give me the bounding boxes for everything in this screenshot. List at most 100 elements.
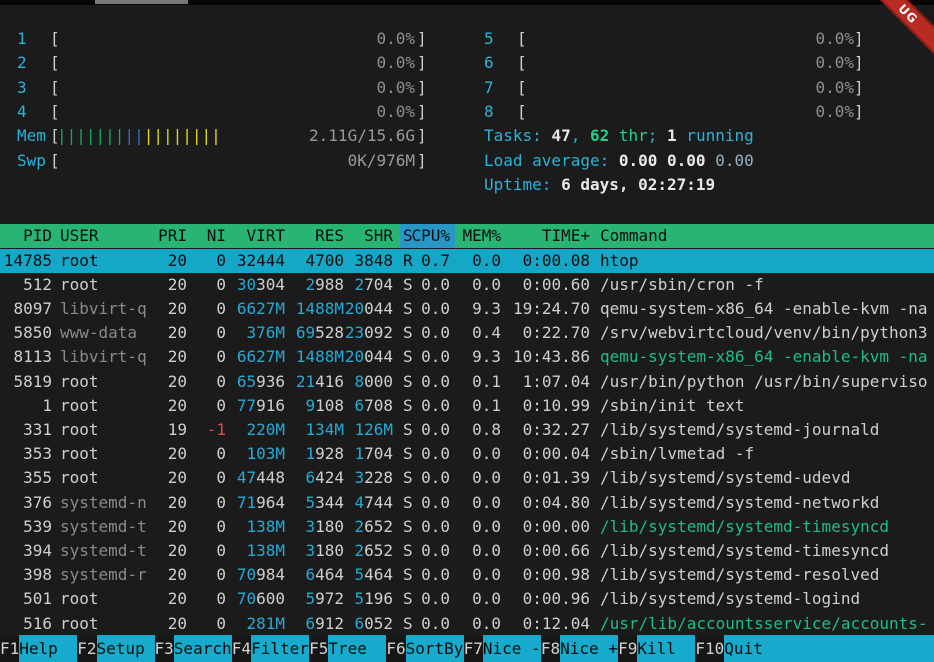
cell-res: 3180 [289, 539, 344, 563]
cell-virt: 70600 [230, 587, 285, 611]
fkey-tree[interactable]: F5 [309, 635, 328, 662]
cell-command: /sbin/init text [600, 394, 934, 418]
fkey-nice-[interactable]: F7 [464, 635, 483, 662]
column-header-time[interactable]: TIME+ [505, 224, 590, 248]
cell-pid: 376 [0, 491, 52, 515]
process-row[interactable]: 398systemd-r2007098464645464S0.00.00:00.… [0, 563, 934, 587]
cell-res: 69528 [289, 321, 344, 345]
cell-virt: 47448 [230, 466, 285, 490]
fkey-nice-[interactable]: F8 [541, 635, 560, 662]
fkey-search[interactable]: F3 [155, 635, 174, 662]
column-header-mem[interactable]: MEM% [456, 224, 501, 248]
column-header-shr[interactable]: SHR [338, 224, 393, 248]
fkey-label-sortby[interactable]: SortBy [406, 635, 464, 662]
cpu-meter-6: 6[0.0%] [0, 51, 934, 75]
process-row[interactable]: 512root2003030429882704S0.00.00:00.60/us… [0, 273, 934, 297]
meter-close-bracket: ] [854, 76, 864, 100]
column-header-pri[interactable]: PRI [145, 224, 187, 248]
process-row[interactable]: 14785root2003244447003848R0.70.00:00.08h… [0, 249, 934, 273]
load-line: Load average: 0.00 0.00 0.00 [0, 149, 934, 173]
column-header-cpu[interactable]: CPU% [405, 224, 450, 248]
cell-shr: 6708 [338, 394, 393, 418]
fkey-sortby[interactable]: F6 [386, 635, 405, 662]
cell-ni: 0 [191, 273, 226, 297]
cell-time: 0:00.60 [505, 273, 590, 297]
meter-open-bracket: [ [517, 27, 527, 51]
process-row[interactable]: 1root2007791691086708S0.00.10:10.99/sbin… [0, 394, 934, 418]
cpu-meter-value: 0.0% [779, 76, 854, 100]
column-header-ni[interactable]: NI [191, 224, 226, 248]
fkey-label-nice-[interactable]: Nice + [560, 635, 618, 662]
cell-virt: 220M [230, 418, 285, 442]
cell-ni: 0 [191, 563, 226, 587]
fkey-filter[interactable]: F4 [232, 635, 251, 662]
fkey-setup[interactable]: F2 [77, 635, 96, 662]
process-row[interactable]: 5850www-data200376M6952823092S0.00.40:22… [0, 321, 934, 345]
cell-command: /lib/systemd/systemd-logind [600, 587, 934, 611]
fkey-label-filter[interactable]: Filter [251, 635, 309, 662]
htop-terminal: 1[0.0%]2[0.0%]3[0.0%]4[0.0%]5[0.0%]6[0.0… [0, 0, 934, 662]
cell-shr: 1704 [338, 442, 393, 466]
cell-mem: 0.0 [456, 466, 501, 490]
fkey-label-help[interactable]: Help [19, 635, 77, 662]
fkey-help[interactable]: F1 [0, 635, 19, 662]
cell-res: 1488M [289, 297, 344, 321]
column-header-res[interactable]: RES [289, 224, 344, 248]
cell-cpu: 0.0 [405, 563, 450, 587]
fkey-label-setup[interactable]: Setup [97, 635, 155, 662]
cell-shr: 6052 [338, 612, 393, 636]
column-header-cmd[interactable]: Command [600, 224, 934, 248]
process-row[interactable]: 8097libvirt-q2006627M1488M20044S0.09.319… [0, 297, 934, 321]
cell-command: /lib/systemd/systemd-timesyncd [600, 539, 934, 563]
cell-pri: 20 [145, 345, 187, 369]
meter-close-bracket: ] [854, 27, 864, 51]
cell-shr: 20044 [338, 297, 393, 321]
cell-command: /lib/systemd/systemd-networkd [600, 491, 934, 515]
cell-pid: 398 [0, 563, 52, 587]
cell-time: 0:00.96 [505, 587, 590, 611]
cell-pri: 20 [145, 297, 187, 321]
process-row[interactable]: 394systemd-t200138M31802652S0.00.00:00.6… [0, 539, 934, 563]
process-row[interactable]: 516root200281M69126052S0.00.00:12.04/usr… [0, 612, 934, 636]
process-row[interactable]: 8113libvirt-q2006627M1488M20044S0.09.310… [0, 345, 934, 369]
cell-time: 0:10.99 [505, 394, 590, 418]
fkey-kill[interactable]: F9 [618, 635, 637, 662]
cell-pid: 1 [0, 394, 52, 418]
cell-mem: 0.8 [456, 418, 501, 442]
process-row[interactable]: 376systemd-n2007196453444744S0.00.00:04.… [0, 491, 934, 515]
cell-shr: 5196 [338, 587, 393, 611]
cell-pri: 20 [145, 273, 187, 297]
cell-pri: 20 [145, 370, 187, 394]
cpu-meter-value: 0.0% [779, 51, 854, 75]
fkey-label-kill[interactable]: Kill [637, 635, 695, 662]
fkey-label-search[interactable]: Search [174, 635, 232, 662]
column-header-virt[interactable]: VIRT [230, 224, 285, 248]
cpu-meter-5: 5[0.0%] [0, 27, 934, 51]
tasks-summary: Tasks: 47, 62 thr; 1 running [484, 124, 754, 148]
cell-mem: 0.1 [456, 370, 501, 394]
cell-res: 1488M [289, 345, 344, 369]
column-header-pid[interactable]: PID [0, 224, 52, 248]
cpu-meter-number: 7 [484, 76, 494, 100]
cell-ni: 0 [191, 491, 226, 515]
cell-time: 0:01.39 [505, 466, 590, 490]
cell-res: 1928 [289, 442, 344, 466]
cell-shr: 2652 [338, 539, 393, 563]
tasks-line: Tasks: 47, 62 thr; 1 running [0, 124, 934, 148]
cell-virt: 70984 [230, 563, 285, 587]
cpu-meter-number: 8 [484, 100, 494, 124]
process-row[interactable]: 539systemd-t200138M31802652S0.00.00:00.0… [0, 515, 934, 539]
process-row[interactable]: 5819root20065936214168000S0.00.11:07.04/… [0, 370, 934, 394]
process-row[interactable]: 355root2004744864243228S0.00.00:01.39/li… [0, 466, 934, 490]
process-row[interactable]: 501root2007060059725196S0.00.00:00.96/li… [0, 587, 934, 611]
cell-pid: 5819 [0, 370, 52, 394]
cell-res: 5344 [289, 491, 344, 515]
fkey-label-tree[interactable]: Tree [328, 635, 386, 662]
fkey-quit[interactable]: F10 [695, 635, 724, 662]
process-row[interactable]: 353root200103M19281704S0.00.00:00.04/sbi… [0, 442, 934, 466]
cell-ni: 0 [191, 345, 226, 369]
fkey-label-quit[interactable]: Quit [724, 635, 934, 662]
fkey-label-nice-[interactable]: Nice - [483, 635, 541, 662]
process-row[interactable]: 331root19-1220M134M126MS0.00.80:32.27/li… [0, 418, 934, 442]
cell-mem: 0.0 [456, 442, 501, 466]
